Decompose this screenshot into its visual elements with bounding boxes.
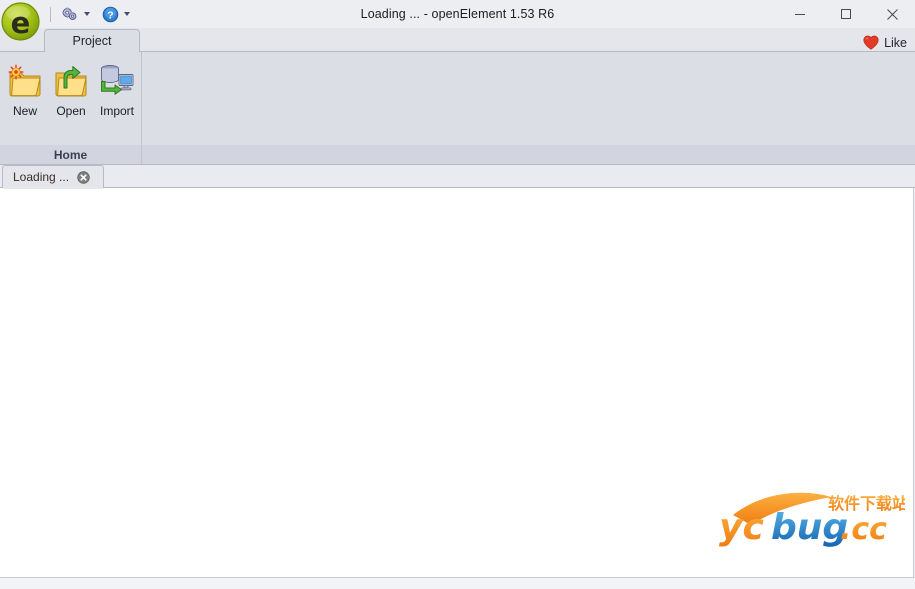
chevron-down-icon[interactable] [84, 12, 90, 16]
watermark-brand-yc: yc [719, 507, 764, 548]
openelement-logo-icon[interactable]: e [1, 2, 41, 42]
gears-icon[interactable] [59, 3, 81, 25]
open-folder-icon[interactable] [52, 62, 90, 100]
status-strip [0, 578, 915, 589]
title-bar: ? Loading ... - openElement 1.53 R6 [0, 0, 915, 29]
new-folder-icon[interactable] [6, 62, 44, 100]
maximize-icon [841, 9, 851, 19]
like-button[interactable]: Like [863, 35, 907, 50]
watermark-brand-bug: bug [771, 507, 848, 548]
editor-area: 软件下载站 yc bug .cc [0, 188, 915, 589]
open-button-label: Open [56, 104, 86, 118]
help-question-icon[interactable]: ? [99, 3, 121, 25]
watermark-brand-tld: .cc [840, 512, 887, 547]
minimize-icon [795, 14, 805, 15]
document-tab-loading[interactable]: Loading ... [2, 165, 104, 189]
ribbon-tab-strip: Project Like [0, 29, 915, 53]
new-button[interactable]: New [2, 58, 48, 118]
toolbar-separator [50, 6, 51, 22]
design-canvas[interactable]: 软件下载站 yc bug .cc [0, 188, 914, 578]
close-circle-icon [77, 170, 90, 184]
group-caption-empty [142, 145, 915, 164]
document-tab-label: Loading ... [13, 170, 70, 184]
application-window: ? Loading ... - openElement 1.53 R6 Proj… [0, 0, 915, 589]
document-tab-bar: Loading ... [0, 165, 915, 189]
tab-project[interactable]: Project [44, 29, 140, 53]
minimize-button[interactable] [777, 0, 823, 28]
open-button[interactable]: Open [48, 58, 94, 118]
heart-icon [863, 35, 879, 50]
quick-access-toolbar: ? [48, 1, 138, 27]
ribbon-group-home: New Open Import [0, 52, 142, 145]
monitor [118, 74, 134, 91]
like-button-label: Like [884, 35, 907, 50]
close-button[interactable] [869, 0, 915, 28]
logo-letter: e [11, 6, 31, 40]
group-caption-home: Home [0, 145, 142, 164]
database-stack [101, 65, 119, 83]
window-controls [777, 0, 915, 28]
ribbon-group-caption-row: Home [0, 145, 915, 165]
sparkle [8, 64, 24, 80]
quick-access-settings[interactable] [58, 3, 98, 25]
ribbon-body: New Open Import [0, 52, 915, 145]
quick-access-help[interactable]: ? [98, 3, 138, 25]
svg-text:?: ? [107, 9, 113, 21]
watermark-chinese-text: 软件下载站 [828, 494, 905, 513]
close-icon [886, 8, 898, 20]
maximize-button[interactable] [823, 0, 869, 28]
chevron-down-icon[interactable] [124, 12, 130, 16]
import-button[interactable]: Import [94, 58, 140, 118]
watermark-ycbug-logo: 软件下载站 yc bug .cc [713, 487, 908, 549]
ribbon-empty-area [142, 52, 915, 145]
tab-project-label: Project [72, 34, 112, 48]
import-button-label: Import [99, 104, 134, 118]
document-tab-close-button[interactable] [77, 170, 90, 184]
import-database-icon[interactable] [98, 62, 136, 100]
new-button-label: New [12, 104, 37, 118]
